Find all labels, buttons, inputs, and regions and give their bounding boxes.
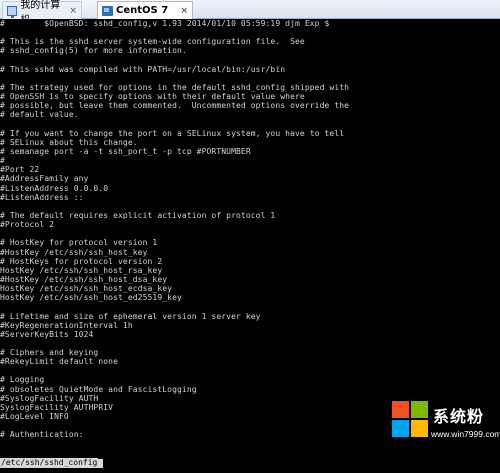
terminal-line: #RekeyLimit default none	[0, 357, 118, 367]
terminal-line: #ListenAddress 0.0.0.0	[0, 183, 109, 193]
terminal-cursor	[98, 458, 104, 468]
terminal-line: #Port 22	[0, 165, 40, 175]
terminal-line: # OpenSSH is to specify options with the…	[0, 92, 305, 102]
terminal-line: # This is the sshd server system-wide co…	[0, 37, 305, 47]
terminal-line: HostKey /etc/ssh/ssh_host_ed25519_key	[0, 293, 182, 303]
terminal-line: # The default requires explicit activati…	[0, 210, 276, 220]
status-filename: /etc/ssh/sshd_config	[0, 458, 99, 468]
terminal-line: #AddressFamily any	[0, 174, 89, 184]
terminal-line: #	[0, 156, 5, 166]
terminal-line: # HostKey for protocol version 1	[0, 238, 158, 248]
terminal-line: # default value.	[0, 110, 79, 120]
terminal-line: #ListenAddress ::	[0, 192, 84, 202]
tab-my-computer[interactable]: 我的计算机 ×	[2, 0, 82, 26]
terminal-line: # The strategy used for options in the d…	[0, 82, 350, 92]
terminal-line: # $OpenBSD: sshd_config,v 1.93 2014/01/1…	[0, 19, 330, 28]
terminal-line: # SELinux about this change.	[0, 137, 138, 147]
tab-bar-empty-area	[195, 0, 500, 18]
watermark-url: www.win7999.com	[431, 429, 500, 439]
terminal-line: # If you want to change the port on a SE…	[0, 128, 345, 138]
terminal-line: #HostKey /etc/ssh/ssh_host_key	[0, 247, 148, 257]
terminal-line: #HostKey /etc/ssh/ssh_host_dsa_key	[0, 274, 168, 284]
terminal-line: #KeyRegenerationInterval 1h	[0, 320, 133, 330]
close-icon[interactable]: ×	[69, 6, 77, 16]
terminal-line: #Protocol 2	[0, 220, 55, 230]
terminal-line: # obsoletes QuietMode and FascistLogging	[0, 384, 197, 394]
terminal-line: HostKey /etc/ssh/ssh_host_rsa_key	[0, 265, 163, 275]
terminal-line: # Logging	[0, 375, 45, 385]
windows-logo-icon	[392, 401, 428, 437]
terminal-line: HostKey /etc/ssh/ssh_host_ecdsa_key	[0, 284, 173, 294]
terminal-line: # This sshd was compiled with PATH=/usr/…	[0, 64, 286, 74]
vm-tab-bar: 我的计算机 × CentOS 7 ×	[0, 0, 500, 26]
virtual-machine-icon	[102, 5, 113, 16]
terminal-line: # Ciphers and keying	[0, 348, 99, 358]
editor-status-bar: /etc/ssh/sshd_config	[0, 458, 104, 468]
computer-icon	[7, 5, 18, 18]
watermark-logo: 系统粉 www.win7999.com	[385, 395, 500, 473]
close-icon[interactable]: ×	[180, 6, 188, 16]
terminal-line: # semanage port -a -t ssh_port_t -p tcp …	[0, 146, 251, 156]
tab-centos-7[interactable]: CentOS 7 ×	[97, 1, 193, 19]
terminal-text: # $OpenBSD: sshd_config,v 1.93 2014/01/1…	[0, 19, 500, 439]
tab-label: CentOS 7	[116, 5, 169, 16]
terminal-line: # Lifetime and size of ephemeral version…	[0, 311, 261, 321]
terminal-line: # possible, but leave them commented. Un…	[0, 101, 350, 111]
terminal-line: # HostKeys for protocol version 2	[0, 256, 163, 266]
terminal-line: #ServerKeyBits 1024	[0, 329, 94, 339]
terminal-line: # sshd_config(5) for more information.	[0, 46, 187, 56]
watermark-title: 系统粉	[433, 407, 485, 426]
